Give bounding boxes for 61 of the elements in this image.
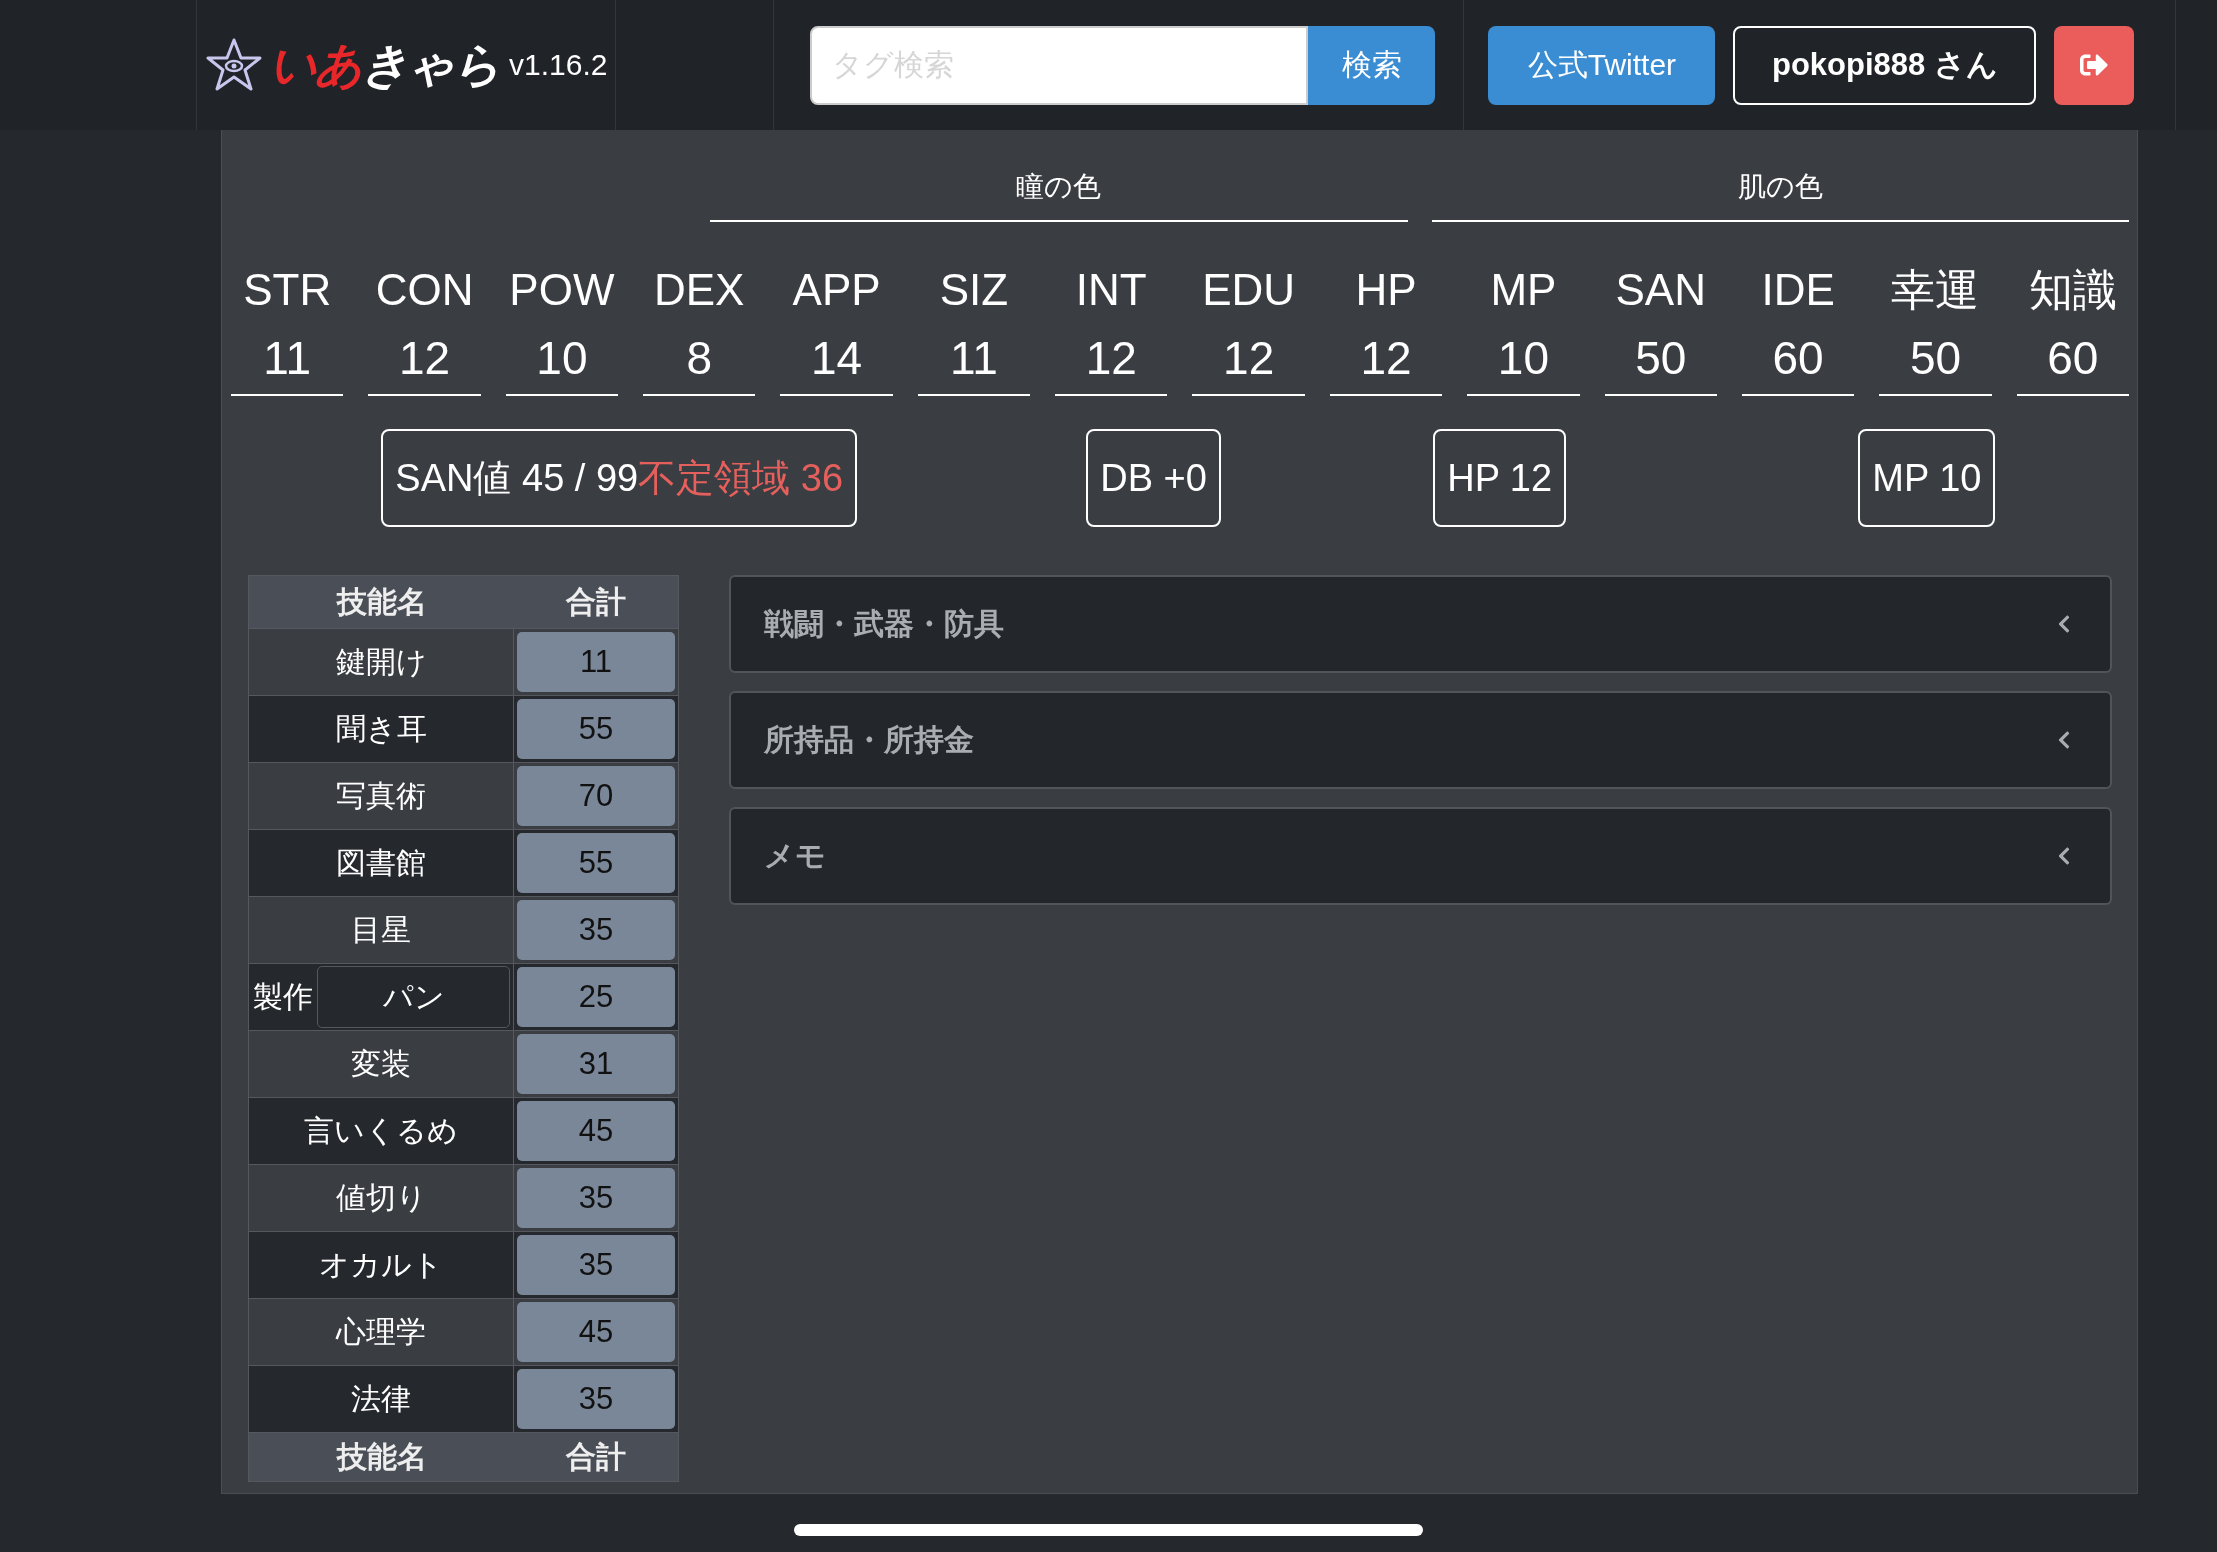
column-footer: 技能名 bbox=[249, 1433, 514, 1481]
skill-total: 31 bbox=[517, 1034, 675, 1094]
stat-value: 10 bbox=[535, 331, 589, 386]
stat-value: 60 bbox=[1771, 331, 1825, 386]
stat-value: 12 bbox=[397, 331, 452, 386]
stat-label: EDU bbox=[1201, 264, 1297, 316]
stat-label: HP bbox=[1354, 264, 1418, 316]
skill-total: 11 bbox=[517, 632, 675, 692]
collapsible-section[interactable]: 戦闘・武器・防具 bbox=[729, 575, 2112, 673]
stat-label: 幸運 bbox=[1890, 264, 1981, 316]
column-footer: 合計 bbox=[514, 1433, 678, 1481]
stat-label: DEX bbox=[653, 264, 746, 316]
stat-label: SIZ bbox=[938, 264, 1010, 316]
collapsible-section[interactable]: メモ bbox=[729, 807, 2112, 905]
site-logo-text[interactable]: いあきゃら bbox=[269, 33, 499, 97]
stat-label: POW bbox=[508, 264, 616, 316]
skill-total: 35 bbox=[517, 1369, 675, 1429]
skill-total: 35 bbox=[517, 1235, 675, 1295]
stat-label: 知識 bbox=[2027, 264, 2118, 316]
stat-value: 8 bbox=[685, 331, 714, 386]
stat-value: 60 bbox=[2046, 331, 2100, 386]
stat-value: 50 bbox=[1908, 331, 1963, 386]
stat-label: APP bbox=[791, 264, 882, 316]
stat-badge: MP 10 bbox=[1858, 429, 1996, 527]
stat-value: 11 bbox=[262, 331, 313, 386]
stat-badge: DB +0 bbox=[1086, 429, 1221, 527]
stat-badge: HP 12 bbox=[1433, 429, 1567, 527]
stat-label: CON bbox=[374, 264, 475, 316]
skill-total: 35 bbox=[517, 900, 675, 960]
skill-total: 35 bbox=[517, 1168, 675, 1228]
logout-button[interactable] bbox=[2054, 25, 2135, 105]
search-button[interactable]: 検索 bbox=[1308, 25, 1436, 105]
stat-value: 14 bbox=[810, 331, 864, 386]
stat-value: 11 bbox=[949, 331, 999, 386]
profile-field[interactable]: 肌の色 bbox=[1431, 168, 2129, 222]
skill-total: 45 bbox=[517, 1101, 675, 1161]
stat-value: 12 bbox=[1359, 331, 1413, 386]
stat-value: 50 bbox=[1634, 331, 1688, 386]
version-label: v1.16.2 bbox=[509, 48, 608, 82]
profile-field[interactable]: 瞳の色 bbox=[710, 168, 1408, 222]
stat-label: MP bbox=[1489, 264, 1558, 316]
star-logo-icon bbox=[205, 37, 263, 93]
skill-total: 70 bbox=[517, 766, 675, 826]
sanity-badge: SAN値 45 / 99不定領域 36 bbox=[381, 429, 858, 527]
stat-label: IDE bbox=[1760, 264, 1836, 316]
stat-label: STR bbox=[242, 264, 333, 316]
stat-value: 12 bbox=[1222, 331, 1276, 386]
collapsible-section[interactable]: 所持品・所持金 bbox=[729, 691, 2112, 789]
user-button[interactable]: pokopi888 さん bbox=[1733, 25, 2037, 105]
column-header: 合計 bbox=[564, 583, 627, 620]
skill-total: 25 bbox=[517, 967, 675, 1027]
stat-label: SAN bbox=[1614, 264, 1707, 316]
column-header: 技能名 bbox=[335, 583, 428, 620]
twitter-button[interactable]: 公式Twitter bbox=[1488, 25, 1716, 105]
stat-label: INT bbox=[1074, 264, 1148, 316]
skill-name-field[interactable]: パン bbox=[317, 966, 510, 1028]
skill-total: 55 bbox=[517, 699, 675, 759]
skill-total: 55 bbox=[517, 833, 675, 893]
skill-total: 45 bbox=[517, 1302, 675, 1362]
stat-value: 12 bbox=[1084, 331, 1138, 386]
stat-value: 10 bbox=[1496, 331, 1550, 386]
